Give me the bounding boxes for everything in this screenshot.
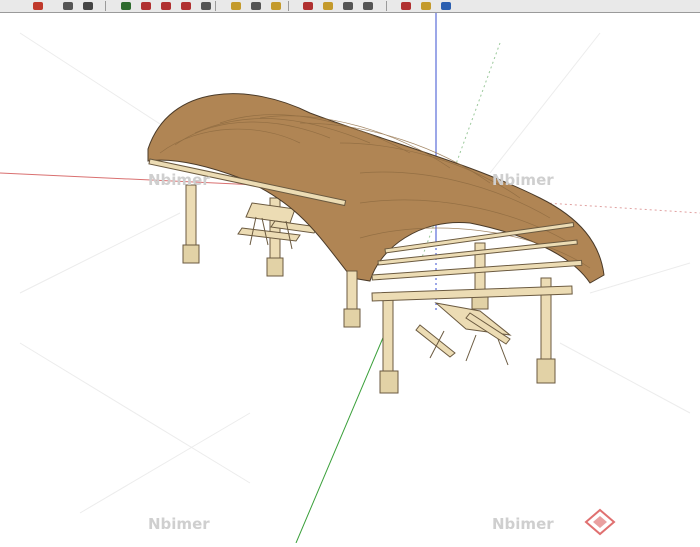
pan-icon [323, 1, 333, 10]
eraser-button[interactable] [80, 0, 96, 11]
toolbar-separator [105, 1, 106, 11]
dimension-button[interactable] [248, 0, 264, 11]
section-plane-button[interactable] [418, 0, 434, 11]
post-base-2 [266, 257, 284, 277]
zoom-icon [343, 1, 353, 10]
model-viewport[interactable]: Nbimer Nbimer Nbimer Nbimer [0, 13, 700, 544]
post-base-1 [182, 244, 200, 264]
select-arrow-button[interactable] [30, 0, 46, 11]
walk-button[interactable] [438, 0, 454, 11]
watermark-3: Nbimer [148, 515, 210, 533]
watermark-2: Nbimer [492, 171, 554, 189]
paint-bucket-button[interactable] [60, 0, 76, 11]
tape-measure-icon [231, 1, 241, 10]
walk-icon [441, 1, 451, 10]
make-component-button[interactable] [118, 0, 134, 11]
eraser-icon [83, 1, 93, 10]
rotate-icon [181, 1, 191, 10]
dimension-icon [251, 1, 261, 10]
protractor-button[interactable] [268, 0, 284, 11]
tape-measure-button[interactable] [228, 0, 244, 11]
move-icon [161, 1, 171, 10]
scale-button[interactable] [198, 0, 214, 11]
select-arrow-icon [33, 1, 43, 10]
post-base-4 [343, 308, 361, 328]
protractor-icon [271, 1, 281, 10]
toolbar [0, 0, 700, 13]
post-base-6 [536, 358, 556, 384]
orbit-button[interactable] [300, 0, 316, 11]
green-axis-dotted [419, 42, 501, 264]
orbit-icon [303, 1, 313, 10]
viewport-canvas[interactable]: Nbimer Nbimer Nbimer Nbimer [0, 13, 700, 544]
post-5 [382, 292, 394, 379]
scale-icon [201, 1, 211, 10]
watermark-4: Nbimer [492, 515, 554, 533]
green-axis [295, 332, 386, 544]
zoom-button[interactable] [340, 0, 356, 11]
watermark-1: Nbimer [148, 171, 210, 189]
toolbar-separator [288, 1, 289, 11]
zoom-window-icon [363, 1, 373, 10]
push-pull-button[interactable] [138, 0, 154, 11]
make-component-icon [121, 1, 131, 10]
post-base-5 [379, 370, 399, 394]
previous-view-button[interactable] [398, 0, 414, 11]
front-picnic-table [415, 302, 512, 366]
watermark-logo-icon [584, 508, 616, 536]
pan-button[interactable] [320, 0, 336, 11]
previous-view-icon [401, 1, 411, 10]
post-1 [185, 184, 197, 246]
section-plane-icon [421, 1, 431, 10]
front-posts [343, 270, 573, 394]
zoom-window-button[interactable] [360, 0, 376, 11]
rotate-button[interactable] [178, 0, 194, 11]
paint-bucket-icon [63, 1, 73, 10]
move-button[interactable] [158, 0, 174, 11]
push-pull-icon [141, 1, 151, 10]
toolbar-separator [386, 1, 387, 11]
toolbar-separator [215, 1, 216, 11]
